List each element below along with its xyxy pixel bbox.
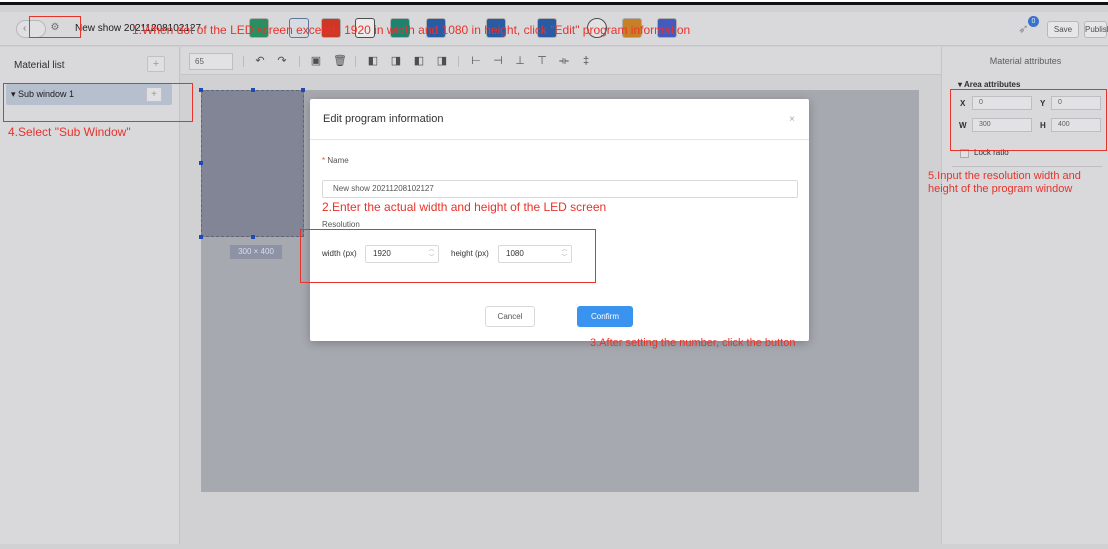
name-input[interactable]: New show 20211208102127 [322,180,798,198]
cancel-button[interactable]: Cancel [485,306,535,327]
app-root: ‹ ⚙ New show 20211208102127 ➶ 0 Save Pub… [0,0,1108,549]
annotation-step4: 4.Select "Sub Window" [8,125,131,139]
name-label-text: Name [327,156,349,165]
annotation-step1: 1.When dot of the LED screen exceeds 192… [132,23,691,37]
annotation-box-resolution [300,229,596,283]
resolution-label: Resolution [322,220,360,229]
annotation-step2: 2.Enter the actual width and height of t… [322,200,607,214]
required-mark: * [322,156,326,165]
annotation-step5: 5.Input the resolution width and height … [928,170,1081,195]
edit-program-dialog: Edit program information × * Name New sh… [310,99,809,341]
annotation-box-attributes [950,89,1107,151]
annotation-box-sub-window [3,83,193,122]
annotation-step3: 3.After setting the number, click the bu… [590,337,796,349]
close-icon[interactable]: × [789,114,795,125]
dialog-divider [310,139,809,140]
name-label: * Name [322,156,349,165]
annotation-box-edit [29,16,81,38]
dialog-title: Edit program information [323,113,444,125]
confirm-button[interactable]: Confirm [577,306,633,327]
